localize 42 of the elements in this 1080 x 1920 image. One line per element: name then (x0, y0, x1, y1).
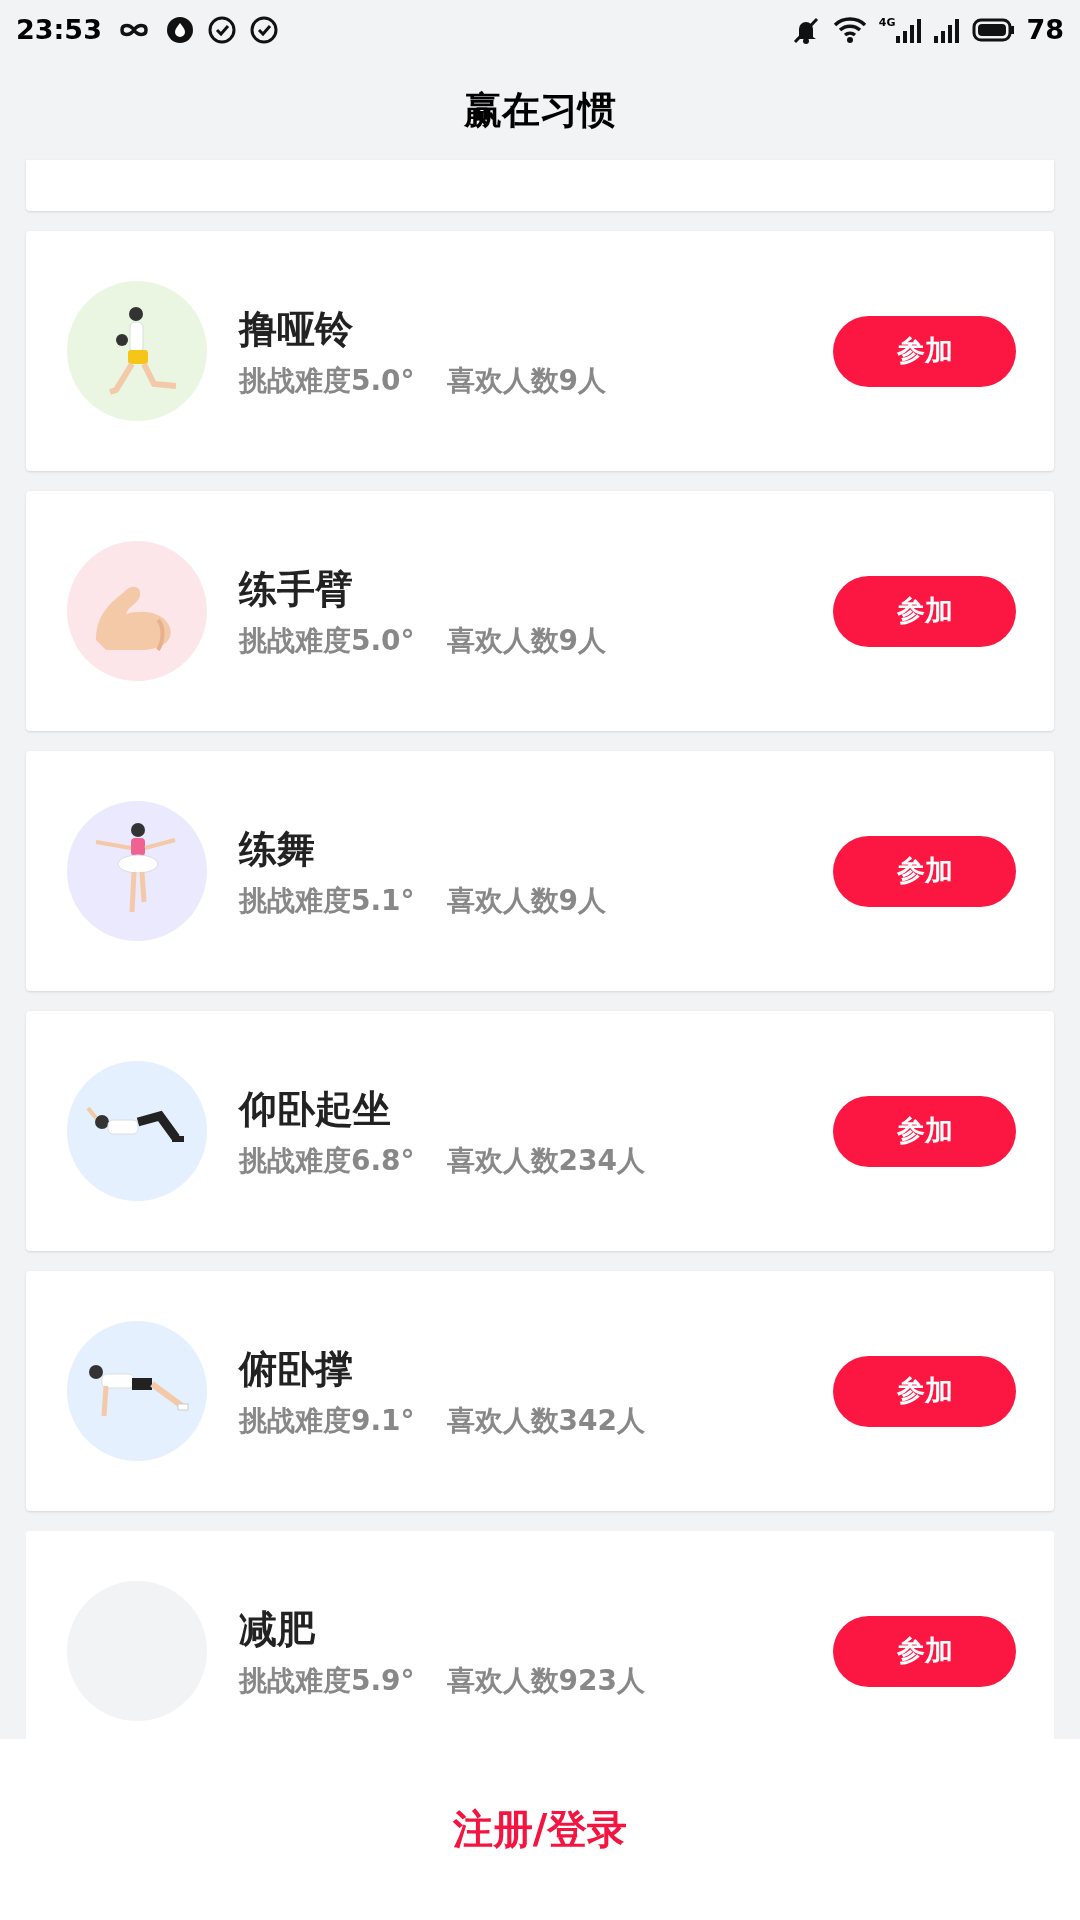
join-button[interactable]: 参加 (833, 1095, 1016, 1167)
likes-count: 喜欢人数9人 (446, 882, 607, 919)
habit-name: 减肥 (239, 1605, 316, 1653)
habit-name: 仰卧起坐 (239, 1085, 392, 1133)
join-button[interactable]: 参加 (833, 575, 1016, 647)
habit-card[interactable]: 仰卧起坐 挑战难度6.8° 喜欢人数234人 参加 (26, 1011, 1054, 1251)
battery-level: 78 (1026, 12, 1064, 47)
likes-count: 喜欢人数9人 (446, 622, 607, 659)
habit-name: 撸哑铃 (239, 305, 354, 353)
difficulty-text: 挑战难度5.0° (239, 362, 415, 399)
join-button[interactable]: 参加 (833, 315, 1016, 387)
difficulty-text: 挑战难度9.1° (239, 1402, 415, 1439)
difficulty-text: 挑战难度6.8° (239, 1142, 415, 1179)
likes-count: 喜欢人数234人 (446, 1142, 646, 1179)
habit-name: 练手臂 (239, 565, 354, 613)
difficulty-text: 挑战难度5.9° (239, 1662, 415, 1699)
habit-card[interactable]: 练舞 挑战难度5.1° 喜欢人数9人 参加 (26, 751, 1054, 991)
likes-count: 喜欢人数9人 (446, 362, 607, 399)
habit-card[interactable]: 减肥 挑战难度5.9° 喜欢人数923人 参加 (26, 1531, 1054, 1739)
check-circle-icon (207, 16, 236, 44)
join-button[interactable]: 参加 (833, 835, 1016, 907)
habit-name: 练舞 (239, 825, 316, 873)
join-button[interactable]: 参加 (833, 1355, 1016, 1427)
habit-card[interactable]: 俯卧撑 挑战难度9.1° 喜欢人数342人 参加 (26, 1271, 1054, 1511)
register-login-button[interactable]: 注册/登录 (452, 1799, 628, 1855)
wifi-icon (832, 16, 867, 44)
difficulty-text: 挑战难度5.0° (239, 622, 415, 659)
signal-icon (896, 17, 923, 43)
check-circle-icon (249, 16, 278, 44)
battery-icon (972, 18, 1015, 42)
difficulty-text: 挑战难度5.1° (239, 882, 415, 919)
habit-card[interactable]: 练手臂 挑战难度5.0° 喜欢人数9人 参加 (26, 491, 1054, 731)
join-button[interactable]: 参加 (833, 1615, 1016, 1687)
drop-icon (165, 16, 194, 44)
network-type: 4G (878, 17, 896, 28)
likes-count: 喜欢人数342人 (446, 1402, 646, 1439)
signal-icon (934, 17, 961, 43)
status-time: 23:53 (16, 12, 102, 47)
habit-card[interactable]: 撸哑铃 挑战难度5.0° 喜欢人数9人 参加 (26, 231, 1054, 471)
page-title: 赢在习惯 (464, 86, 616, 134)
habit-name: 俯卧撑 (239, 1345, 354, 1393)
likes-count: 喜欢人数923人 (446, 1662, 646, 1699)
